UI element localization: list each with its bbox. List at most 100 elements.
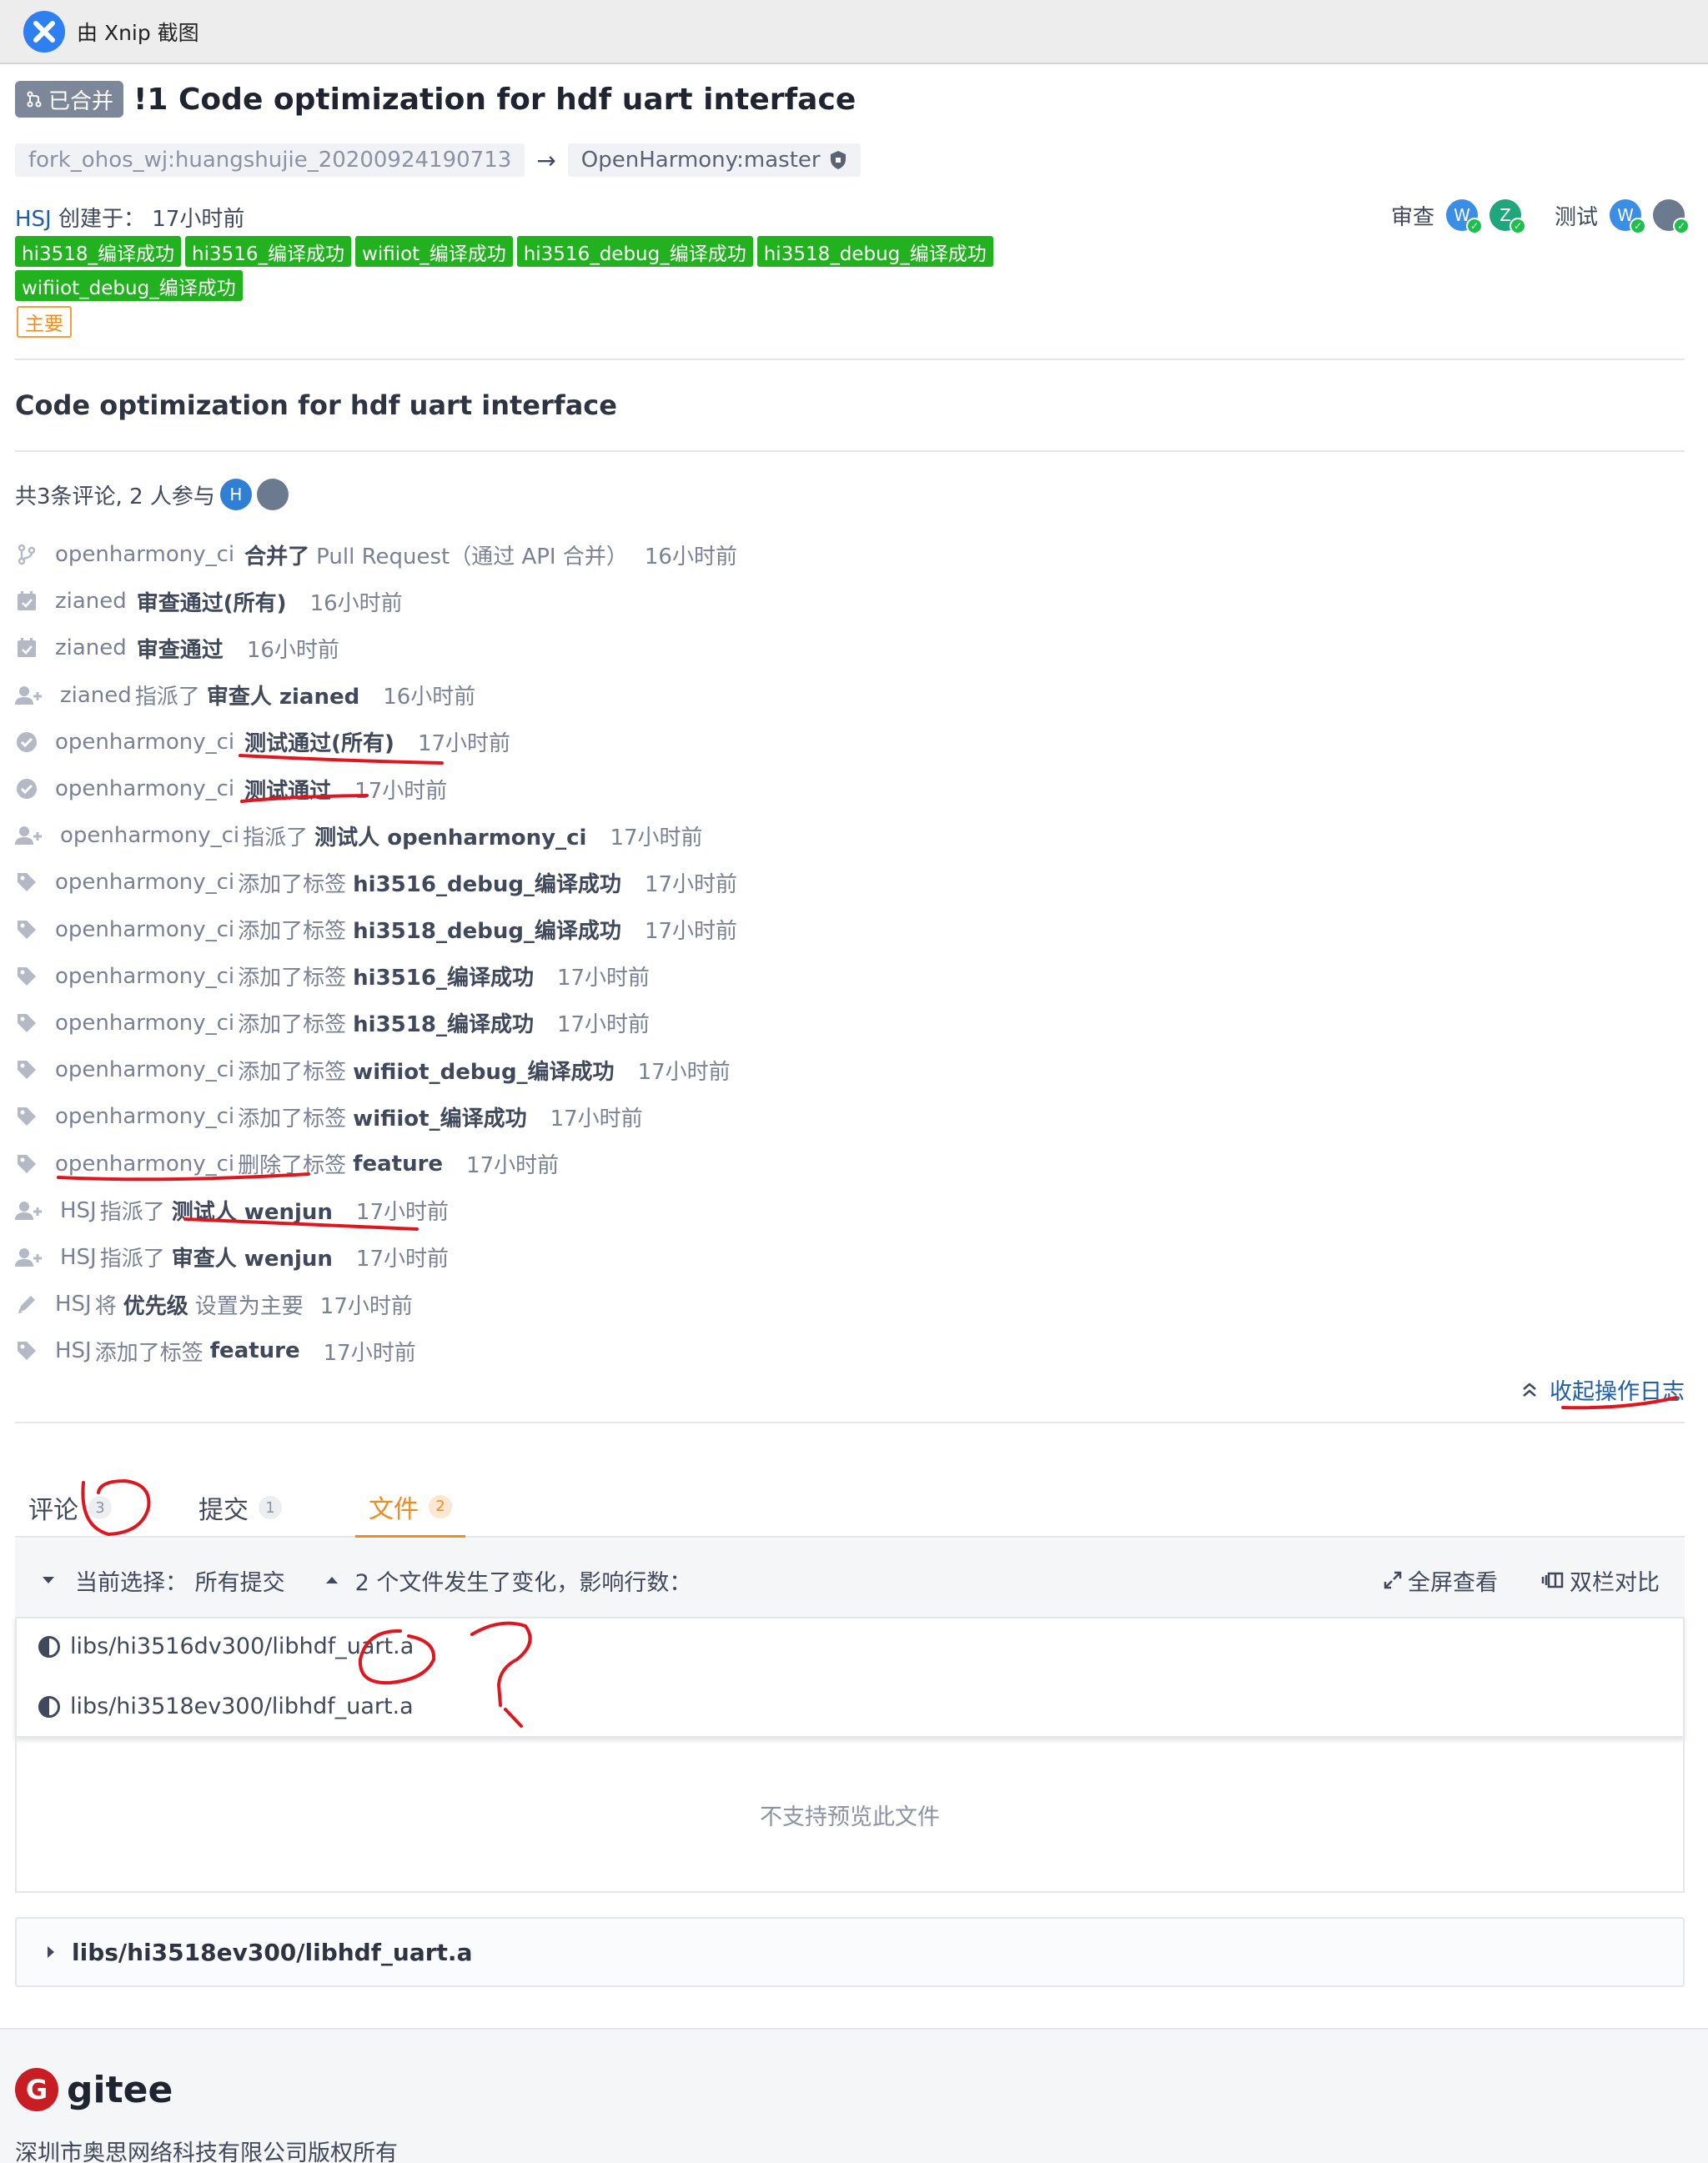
log-actor[interactable]: openharmony_ci [55,917,234,942]
user-avatar[interactable]: ✓ [1653,199,1690,234]
commit-selection[interactable]: 当前选择： 所有提交 [75,1564,285,1597]
log-actor[interactable]: openharmony_ci [60,823,239,848]
log-action: 删除了标签 [238,1153,347,1179]
target-branch[interactable]: OpenHarmony:master [567,143,861,177]
log-target: 审查通过(所有) [136,590,287,616]
log-actor[interactable]: HSJ [60,1198,97,1223]
tag-icon [15,1011,38,1035]
log-target: wifiiot_编译成功 [353,1106,527,1132]
caret-up-icon[interactable] [324,1572,340,1588]
log-target: hi3518_debug_编译成功 [353,919,621,945]
log-actor[interactable]: HSJ [55,1338,92,1363]
participant-avatar[interactable] [256,479,289,510]
pr-labels: hi3518_编译成功 hi3516_编译成功 wifiiot_编译成功 hi3516… [15,236,1041,301]
pr-label[interactable]: hi3518_编译成功 [15,236,182,267]
tab-label: 评论 [28,1496,78,1525]
log-time: 17小时前 [417,731,511,757]
caret-down-icon[interactable] [40,1572,57,1588]
activity-log: openharmony_ci 合并了 Pull Request（通过 API 合并）… [15,531,1266,1374]
file-path: libs/hi3518ev300/libhdf_uart.a [70,1694,414,1719]
gitee-brand[interactable]: G gitee [15,2068,173,2111]
log-actor[interactable]: openharmony_ci [55,542,234,567]
log-actor[interactable]: openharmony_ci [55,776,234,801]
file-panel-header[interactable]: libs/hi3518ev300/libhdf_uart.a [15,1917,1685,1987]
log-time: 17小时前 [355,1247,449,1272]
log-actor[interactable]: openharmony_ci [55,1152,234,1177]
log-target: hi3518_编译成功 [353,1012,534,1038]
log-actor[interactable]: openharmony_ci [55,964,234,989]
author-link[interactable]: HSJ [15,207,52,232]
log-actor[interactable]: openharmony_ci [55,1104,234,1129]
log-time: 17小时前 [610,825,703,851]
changes-summary: 2 个文件发生了变化，影响行数： [354,1569,692,1596]
source-branch[interactable]: fork_ohos_wj:huangshujie_20200924190713 [15,143,525,177]
tag-icon [15,871,38,894]
log-actor[interactable]: zianed [60,683,132,708]
tab-count-badge: 1 [259,1496,282,1519]
log-target: hi3516_debug_编译成功 [353,871,621,897]
collapse-log-button[interactable]: 收起操作日志 [1521,1373,1685,1406]
user-avatar[interactable]: W ✓ [1445,199,1483,234]
tab-count-badge: 3 [88,1496,112,1519]
tab-comments[interactable]: 评论 3 [15,1478,125,1538]
log-time: 17小时前 [355,1200,449,1226]
participant-avatar[interactable]: H [219,479,252,510]
log-actor[interactable]: zianed [55,589,127,614]
log-time: 17小时前 [556,966,651,991]
pr-label[interactable]: wifiiot_编译成功 [355,236,513,267]
log-actor[interactable]: HSJ [60,1245,97,1270]
log-actor[interactable]: openharmony_ci [55,870,234,895]
log-actor[interactable]: openharmony_ci [55,1011,234,1036]
log-time: 17小时前 [556,1012,651,1038]
comments-summary: 共3条评论, 2 人参与 H [15,479,289,510]
log-action: 添加了标签 [238,871,347,897]
file-panel-path: libs/hi3518ev300/libhdf_uart.a [72,1938,473,1966]
pr-label[interactable]: hi3518_debug_编译成功 [756,236,993,267]
file-list-item[interactable]: libs/hi3518ev300/libhdf_uart.a [38,1694,414,1719]
tab-commits[interactable]: 提交 1 [185,1478,295,1538]
log-target: 测试人 wenjun [171,1200,333,1226]
capture-bar: 由 Xnip 截图 [0,0,1708,64]
activity-log-item: openharmony_ci 合并了 Pull Request（通过 API 合并）… [15,531,1266,578]
log-target: 测试通过 [244,778,332,804]
tag-icon [15,1339,38,1363]
activity-log-item: openharmony_ci 添加了标签 hi3518_debug_编译成功 17小时… [15,906,1266,953]
file-list-item[interactable]: libs/hi3516dv300/libhdf_uart.a [38,1634,414,1659]
priority-badge: 主要 [17,306,72,338]
log-time: 17小时前 [550,1106,643,1132]
pr-label[interactable]: wifiiot_debug_编译成功 [15,270,243,301]
created-label: 创建于： [58,207,146,232]
log-action: 添加了标签 [238,1106,347,1132]
comments-summary-text: 共3条评论, 2 人参与 [15,484,215,509]
log-actor[interactable]: openharmony_ci [55,1057,234,1082]
pr-label[interactable]: hi3516_debug_编译成功 [516,236,753,267]
log-target: 审查人 wenjun [171,1247,333,1272]
footer: G gitee 深圳市奥思网络科技有限公司版权所有 [0,2028,1708,2163]
log-target: 测试通过(所有) [244,731,394,757]
log-target: 测试人 openharmony_ci [314,825,587,851]
activity-log-item: zianed 审查通过 16小时前 [15,625,1266,671]
collapse-log-label: 收起操作日志 [1550,1379,1685,1405]
user-avatar[interactable]: Z ✓ [1489,199,1526,234]
user-avatar[interactable]: W ✓ [1610,199,1646,234]
log-action: 添加了标签 [238,1059,347,1085]
log-actor[interactable]: openharmony_ci [55,730,234,755]
log-time: 16小时前 [644,544,737,570]
log-target: feature [353,1151,444,1177]
activity-log-item: openharmony_ci 添加了标签 hi3516_debug_编译成功 17小时… [15,859,1266,906]
fullscreen-button[interactable]: 全屏查看 [1383,1564,1498,1597]
divider [15,359,1685,360]
pr-title: !1 Code optimization for hdf uart interf… [133,82,857,117]
approved-check-icon: ✓ [1465,218,1483,234]
approved-check-icon: ✓ [1673,218,1690,234]
log-target: wifiiot_debug_编译成功 [353,1059,615,1085]
pr-label[interactable]: hi3516_编译成功 [185,236,352,267]
binary-file-icon [38,1635,60,1658]
log-actor[interactable]: HSJ [55,1292,92,1317]
double-chevron-up-icon [1523,1382,1536,1397]
tag-icon [15,1058,38,1082]
log-actor[interactable]: zianed [55,635,127,660]
tab-files[interactable]: 文件 2 [355,1478,465,1538]
split-view-button[interactable]: 双栏对比 [1541,1564,1660,1597]
activity-log-item: openharmony_ci 添加了标签 hi3516_编译成功 17小时前 [15,953,1266,1000]
